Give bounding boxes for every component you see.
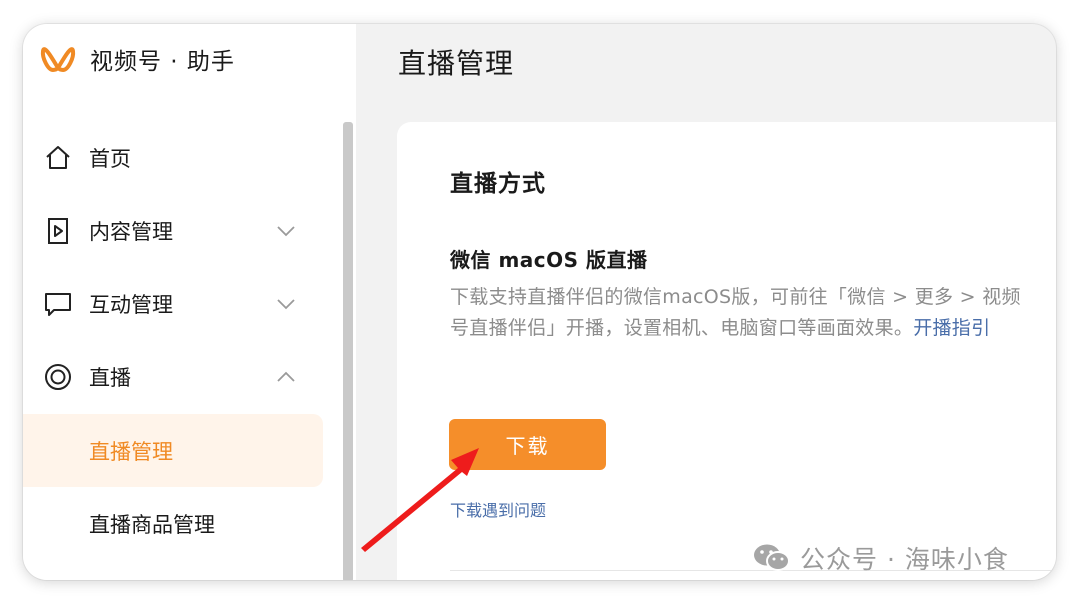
- play-box-icon: [48, 218, 68, 244]
- sidebar-item-label: 内容管理: [89, 220, 173, 244]
- sidebar-item-label: 首页: [89, 147, 131, 171]
- sidebar-item-label: 互动管理: [89, 293, 173, 317]
- sidebar: 视频号 · 助手 首页 内容管理 互动管理 直播 直播管理 直播商品管理: [23, 24, 356, 580]
- chevron-up-icon: [277, 371, 295, 382]
- sidebar-item-live[interactable]: 直播: [23, 341, 323, 413]
- live-method-card: 直播方式 微信 macOS 版直播 下载支持直播伴侣的微信macOS版，可前往「…: [397, 122, 1056, 580]
- home-icon: [46, 146, 70, 169]
- chevron-down-icon: [277, 299, 295, 310]
- live-icon: [45, 364, 71, 390]
- watermark-text: 公众号 · 海味小食: [800, 545, 1009, 574]
- sidebar-item-home[interactable]: 首页: [23, 122, 323, 194]
- sidebar-item-label: 直播管理: [89, 439, 173, 464]
- method-description: 下载支持直播伴侣的微信macOS版，可前往「微信 > 更多 > 视频号直播伴侣」…: [450, 282, 1030, 344]
- chevron-down-icon: [277, 226, 295, 237]
- section-title: 直播方式: [450, 171, 546, 197]
- comment-icon: [45, 293, 71, 316]
- app-window: 视频号 · 助手 首页 内容管理 互动管理 直播 直播管理 直播商品管理 直播管…: [23, 24, 1056, 580]
- sidebar-subitem-live-management[interactable]: 直播管理: [23, 414, 323, 487]
- watermark: 公众号 · 海味小食: [752, 540, 1009, 576]
- page-title: 直播管理: [398, 47, 515, 80]
- guide-link[interactable]: 开播指引: [913, 317, 990, 339]
- sidebar-scrollbar[interactable]: [343, 122, 353, 580]
- channels-logo-icon: [40, 47, 76, 72]
- sidebar-item-content[interactable]: 内容管理: [23, 195, 323, 267]
- sidebar-item-label: 直播商品管理: [89, 512, 215, 537]
- method-title: 微信 macOS 版直播: [450, 248, 648, 272]
- annotation-arrow-icon: [361, 448, 479, 552]
- app-name: 视频号 · 助手: [90, 49, 235, 75]
- app-header: 视频号 · 助手: [40, 42, 235, 76]
- sidebar-subitem-live-products[interactable]: 直播商品管理: [23, 487, 323, 560]
- sidebar-item-interaction[interactable]: 互动管理: [23, 268, 323, 340]
- sidebar-item-label: 直播: [89, 366, 131, 390]
- wechat-icon: [754, 544, 790, 571]
